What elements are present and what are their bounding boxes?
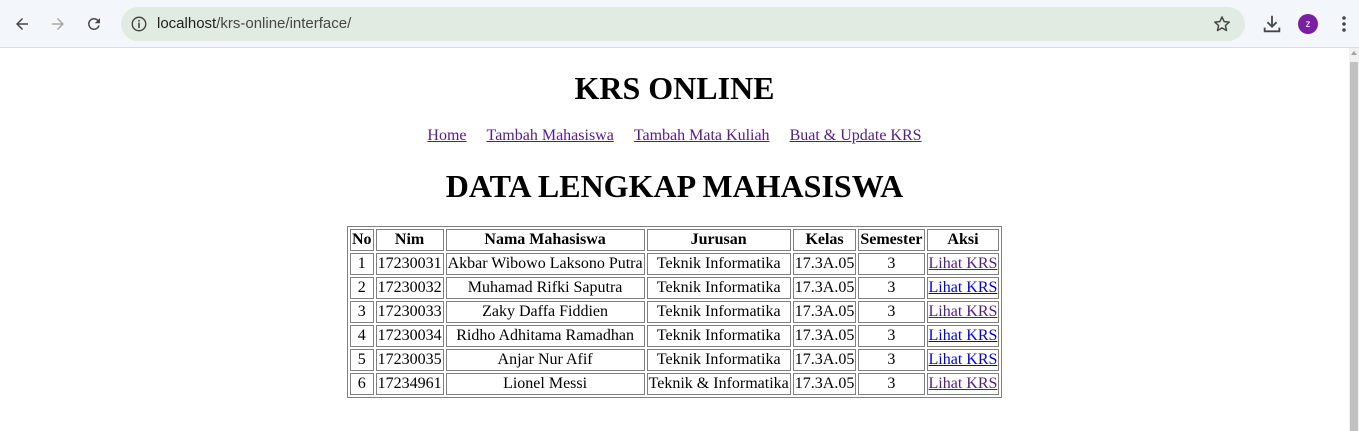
- lihat-krs-link[interactable]: Lihat KRS: [929, 303, 998, 320]
- cell-semester: 3: [858, 373, 925, 395]
- header-kelas: Kelas: [792, 229, 857, 251]
- header-no: No: [350, 229, 374, 251]
- lihat-krs-link[interactable]: Lihat KRS: [929, 327, 998, 344]
- cell-nim: 17230031: [375, 253, 444, 275]
- download-icon[interactable]: [1261, 13, 1283, 35]
- cell-nim: 17230034: [375, 325, 444, 347]
- site-title: KRS ONLINE: [574, 70, 775, 106]
- cell-jurusan: Teknik Informatika: [646, 253, 791, 275]
- cell-kelas: 17.3A.05: [792, 301, 857, 323]
- header-jurusan: Jurusan: [646, 229, 791, 251]
- cell-semester: 3: [858, 325, 925, 347]
- lihat-krs-link[interactable]: Lihat KRS: [929, 255, 998, 272]
- cell-nim: 17230033: [375, 301, 444, 323]
- main-menu: Home Tambah Mahasiswa Tambah Mata Kuliah…: [0, 126, 1349, 146]
- cell-no: 4: [350, 325, 374, 347]
- page-content: KRS ONLINE Home Tambah Mahasiswa Tambah …: [0, 48, 1349, 431]
- cell-aksi: Lihat KRS: [926, 325, 1000, 347]
- header-aksi: Aksi: [926, 229, 1000, 251]
- cell-no: 3: [350, 301, 374, 323]
- site-info-icon[interactable]: [130, 15, 148, 33]
- arrow-left-icon: [16, 18, 28, 30]
- cell-no: 5: [350, 349, 374, 371]
- cell-jurusan: Teknik Informatika: [646, 301, 791, 323]
- table-row: 1 17230031 Akbar Wibowo Laksono Putra Te…: [350, 253, 1000, 275]
- cell-kelas: 17.3A.05: [792, 277, 857, 299]
- arrow-right-icon: [52, 18, 64, 30]
- url-host: localhost: [157, 15, 217, 32]
- mahasiswa-table: No Nim Nama Mahasiswa Jurusan Kelas Seme…: [347, 226, 1003, 398]
- more-menu-icon[interactable]: [1335, 14, 1353, 34]
- cell-aksi: Lihat KRS: [926, 373, 1000, 395]
- menu-link-tambah-mata-kuliah[interactable]: Tambah Mata Kuliah: [634, 127, 770, 144]
- cell-aksi: Lihat KRS: [926, 349, 1000, 371]
- cell-nama: Ridho Adhitama Ramadhan: [445, 325, 645, 347]
- url-path: /krs-online/interface/: [216, 15, 352, 32]
- cell-jurusan: Teknik Informatika: [646, 277, 791, 299]
- header-nama-mahasiswa: Nama Mahasiswa: [445, 229, 645, 251]
- cell-nama: Anjar Nur Afif: [445, 349, 645, 371]
- cell-aksi: Lihat KRS: [926, 277, 1000, 299]
- table-header-row: No Nim Nama Mahasiswa Jurusan Kelas Seme…: [350, 229, 1000, 251]
- browser-toolbar: localhost/krs-online/interface/ z: [0, 0, 1359, 48]
- table-row: 4 17230034 Ridho Adhitama Ramadhan Tekni…: [350, 325, 1000, 347]
- cell-no: 2: [350, 277, 374, 299]
- cell-semester: 3: [858, 253, 925, 275]
- cell-jurusan: Teknik Informatika: [646, 349, 791, 371]
- cell-aksi: Lihat KRS: [926, 301, 1000, 323]
- cell-kelas: 17.3A.05: [792, 349, 857, 371]
- cell-kelas: 17.3A.05: [792, 253, 857, 275]
- lihat-krs-link[interactable]: Lihat KRS: [929, 279, 998, 296]
- table-row: 3 17230033 Zaky Daffa Fiddien Teknik Inf…: [350, 301, 1000, 323]
- cell-nama: Zaky Daffa Fiddien: [445, 301, 645, 323]
- scroll-up-arrow-icon[interactable]: [1351, 51, 1357, 55]
- cell-jurusan: Teknik Informatika: [646, 325, 791, 347]
- header-semester: Semester: [858, 229, 925, 251]
- menu-link-tambah-mahasiswa[interactable]: Tambah Mahasiswa: [487, 127, 614, 144]
- reload-icon: [88, 18, 100, 30]
- cell-semester: 3: [858, 301, 925, 323]
- lihat-krs-link[interactable]: Lihat KRS: [929, 375, 998, 392]
- table-row: 6 17234961 Lionel Messi Teknik & Informa…: [350, 373, 1000, 395]
- cell-nama: Muhamad Rifki Saputra: [445, 277, 645, 299]
- address-bar[interactable]: localhost/krs-online/interface/: [121, 7, 1245, 41]
- cell-kelas: 17.3A.05: [792, 373, 857, 395]
- cell-nama: Akbar Wibowo Laksono Putra: [445, 253, 645, 275]
- cell-nama: Lionel Messi: [445, 373, 645, 395]
- table-row: 2 17230032 Muhamad Rifki Saputra Teknik …: [350, 277, 1000, 299]
- cell-jurusan: Teknik & Informatika: [646, 373, 791, 395]
- cell-semester: 3: [858, 349, 925, 371]
- cell-aksi: Lihat KRS: [926, 253, 1000, 275]
- forward-button[interactable]: [43, 9, 73, 39]
- url-text: localhost/krs-online/interface/: [157, 15, 351, 32]
- cell-kelas: 17.3A.05: [792, 325, 857, 347]
- profile-avatar[interactable]: z: [1298, 14, 1318, 34]
- cell-nim: 17230035: [375, 349, 444, 371]
- scrollbar-thumb[interactable]: [1350, 62, 1358, 431]
- back-button[interactable]: [7, 9, 37, 39]
- header-nim: Nim: [375, 229, 444, 251]
- section-title: DATA LENGKAP MAHASISWA: [445, 168, 904, 204]
- table-row: 5 17230035 Anjar Nur Afif Teknik Informa…: [350, 349, 1000, 371]
- menu-link-home[interactable]: Home: [427, 127, 466, 144]
- vertical-scrollbar[interactable]: [1349, 48, 1359, 431]
- cell-no: 6: [350, 373, 374, 395]
- reload-button[interactable]: [79, 9, 109, 39]
- menu-link-buat-update-krs[interactable]: Buat & Update KRS: [790, 127, 922, 144]
- cell-no: 1: [350, 253, 374, 275]
- bookmark-star-icon[interactable]: [1212, 14, 1232, 34]
- lihat-krs-link[interactable]: Lihat KRS: [929, 351, 998, 368]
- cell-nim: 17230032: [375, 277, 444, 299]
- cell-nim: 17234961: [375, 373, 444, 395]
- cell-semester: 3: [858, 277, 925, 299]
